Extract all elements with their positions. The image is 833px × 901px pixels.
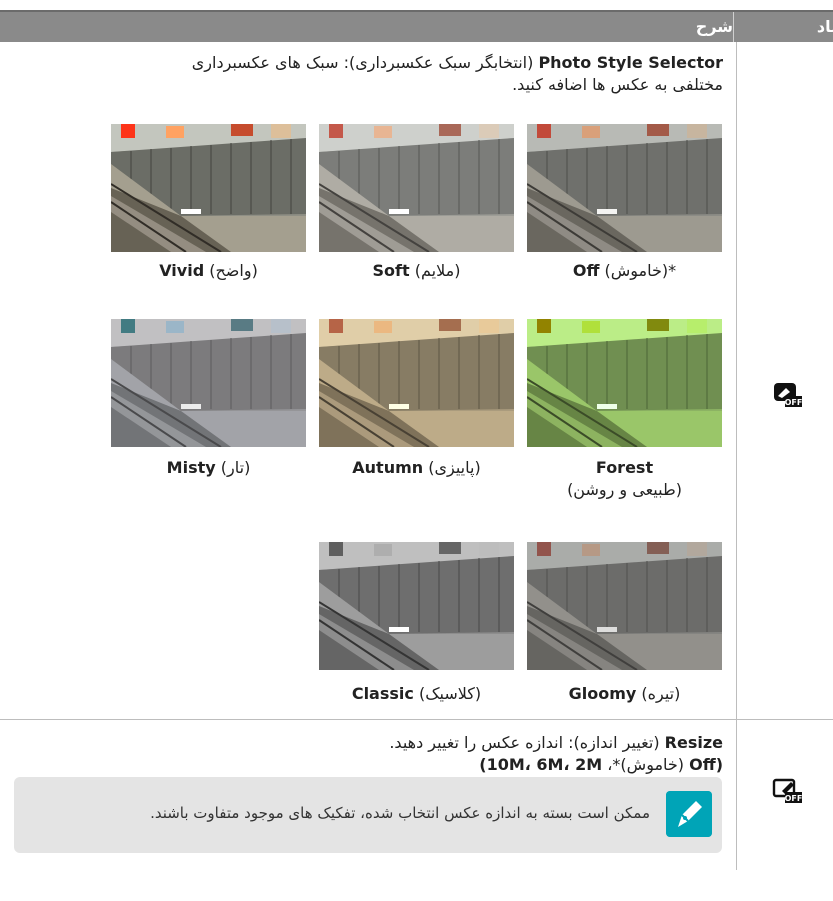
- resize-title-suffix: (تغییر اندازه): اندازه عکس را تغییر دهید…: [389, 733, 665, 752]
- style-note: (تیره): [636, 684, 681, 703]
- style-name: Soft: [372, 261, 410, 280]
- style-note: (کلاسیک): [413, 684, 482, 703]
- style-thumbnail-forest: [527, 319, 722, 447]
- note-text: ممکن است بسته به اندازه عکس انتخاب شده، …: [150, 804, 650, 822]
- row-divider: [0, 719, 833, 720]
- style-thumbnail-autumn: [319, 319, 514, 447]
- style-note: (ملایم): [409, 261, 461, 280]
- style-note: (طبیعی و روشن): [567, 480, 682, 499]
- pencil-note-icon: [666, 791, 712, 837]
- column-divider: [736, 720, 737, 870]
- style-caption-gloomy: Gloomy (تیره): [527, 683, 722, 705]
- style-name: Vivid: [159, 261, 205, 280]
- note-box: ممکن است بسته به اندازه عکس انتخاب شده، …: [14, 777, 722, 853]
- photo-style-description: Photo Style Selector (انتخابگر سبک عکسبر…: [33, 52, 723, 96]
- photo-style-off-icon: OFF: [774, 383, 802, 407]
- resize-title: Resize: [664, 733, 723, 752]
- style-thumbnail-classic: [319, 542, 514, 670]
- resize-option-sizes: 10M، 6M، 2M): [479, 755, 603, 774]
- resize-option-off-note: (خاموش)*،: [602, 755, 690, 774]
- style-name: Gloomy: [568, 684, 637, 703]
- svg-text:OFF: OFF: [785, 794, 802, 803]
- style-name: Autumn: [352, 458, 424, 477]
- resize-option-off: (Off: [689, 755, 723, 774]
- header-description: شرح: [695, 17, 733, 36]
- style-note: (واضح): [204, 261, 258, 280]
- column-divider: [736, 42, 737, 719]
- resize-off-icon: OFF: [772, 778, 802, 803]
- style-name: Classic: [351, 684, 414, 703]
- style-note: (پاییزی): [423, 458, 481, 477]
- style-thumbnail-misty: [111, 319, 306, 447]
- style-note: (تار): [215, 458, 251, 477]
- photo-style-title: Photo Style Selector: [538, 53, 723, 72]
- style-thumbnail-off: [527, 124, 722, 252]
- style-caption-vivid: Vivid (واضح): [111, 260, 306, 282]
- photo-style-line2: مختلفی به عکس ها اضافه کنید.: [512, 75, 723, 94]
- style-note: (خاموش)*: [599, 261, 677, 280]
- style-caption-forest: Forest (طبیعی و روشن): [527, 457, 722, 501]
- style-thumbnail-vivid: [111, 124, 306, 252]
- photo-style-title-suffix: (انتخابگر سبک عکسبرداری): سبک های عکسبرد…: [191, 53, 539, 72]
- svg-text:OFF: OFF: [785, 398, 802, 407]
- style-caption-autumn: Autumn (پاییزی): [319, 457, 514, 479]
- style-thumbnail-gloomy: [527, 542, 722, 670]
- style-caption-classic: Classic (کلاسیک): [319, 683, 514, 705]
- style-caption-misty: Misty (تار): [111, 457, 306, 479]
- resize-description: Resize (تغییر اندازه): اندازه عکس را تغی…: [33, 732, 723, 776]
- header-symbol: ماد: [816, 17, 833, 36]
- header-separator: [733, 12, 734, 42]
- style-name: Off: [572, 261, 600, 280]
- style-caption-soft: Soft (ملایم): [319, 260, 514, 282]
- style-thumbnail-soft: [319, 124, 514, 252]
- table-header: شرح ماد: [0, 12, 833, 42]
- style-name: Forest: [595, 458, 654, 477]
- style-caption-off: Off (خاموش)*: [527, 260, 722, 282]
- style-name: Misty: [166, 458, 216, 477]
